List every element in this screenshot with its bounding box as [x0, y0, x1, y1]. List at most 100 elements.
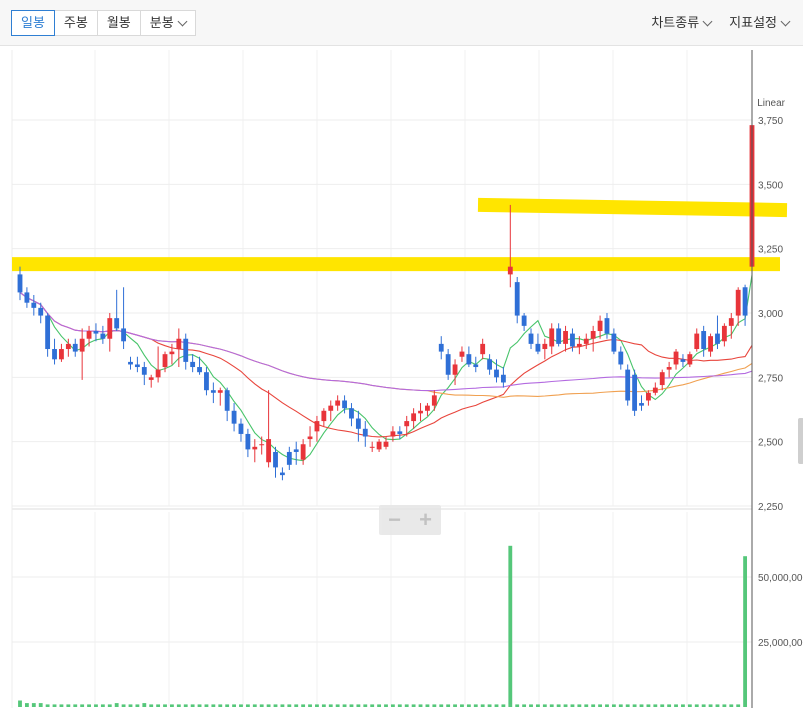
candle-body — [431, 395, 437, 406]
candle — [466, 346, 472, 368]
volume-bar — [660, 704, 665, 707]
candle — [24, 287, 30, 308]
tab-monthly[interactable]: 월봉 — [96, 10, 141, 36]
volume-bar — [425, 704, 430, 707]
candle-body — [362, 428, 368, 437]
volume-bar — [411, 704, 416, 707]
candle-body — [500, 374, 506, 383]
price-tick-label: 3,000 — [758, 309, 783, 320]
volume-bar — [183, 704, 188, 707]
candle — [652, 382, 658, 396]
volume-bar — [632, 704, 637, 707]
volume-bar — [197, 704, 202, 707]
candle-body — [134, 364, 140, 368]
candle — [79, 328, 85, 380]
candle-body — [300, 444, 306, 460]
volume-bar — [163, 704, 167, 707]
candle — [141, 361, 147, 386]
candle-body — [618, 351, 624, 365]
candle — [190, 354, 196, 373]
volume-bar — [128, 704, 133, 707]
candle-body — [217, 390, 223, 393]
tab-daily[interactable]: 일봉 — [11, 10, 55, 36]
volume-tick-label: 50,000,000 — [758, 573, 803, 584]
period-tabs: 일봉 주봉 월봉 분봉 — [11, 10, 196, 36]
chevron-down-icon — [702, 16, 713, 26]
tab-minute[interactable]: 분봉 — [139, 10, 196, 36]
ma-line-20 — [19, 291, 753, 438]
candle — [694, 328, 700, 352]
candle — [459, 346, 465, 362]
candle-body — [141, 367, 147, 375]
volume-bar — [356, 704, 361, 707]
candle-body — [259, 444, 265, 446]
candle — [369, 441, 375, 452]
candle-body — [521, 315, 527, 326]
candle — [431, 390, 437, 411]
candle — [535, 333, 541, 355]
volume-bar — [335, 704, 340, 707]
candle — [72, 338, 78, 357]
candle-body — [155, 369, 161, 378]
candle — [349, 403, 354, 427]
candle — [563, 325, 568, 352]
volume-bar — [542, 704, 547, 707]
candle-body — [404, 421, 410, 427]
moving-average-lines — [19, 274, 753, 462]
tab-weekly[interactable]: 주봉 — [53, 10, 98, 36]
candlesticks — [17, 99, 755, 481]
candle — [735, 287, 741, 326]
candle-body — [542, 343, 548, 350]
volume-bar — [107, 704, 112, 707]
candle — [604, 313, 610, 339]
candle-body — [701, 331, 707, 350]
candle — [514, 276, 520, 324]
highlight-marks — [12, 197, 788, 272]
candle — [121, 287, 127, 350]
volume-bar — [681, 704, 685, 707]
candle — [680, 354, 686, 368]
scale-mode-label[interactable]: Linear — [757, 98, 785, 109]
candle-body — [549, 328, 555, 347]
zoom-out-button[interactable]: − — [379, 505, 410, 535]
candle — [687, 351, 693, 368]
candle — [445, 349, 451, 380]
volume-bar — [45, 704, 50, 707]
scroll-handle[interactable] — [798, 418, 803, 464]
volume-bar — [18, 700, 22, 707]
zoom-in-button[interactable]: + — [410, 505, 441, 535]
volume-bar — [460, 704, 464, 707]
indicator-settings-menu[interactable]: 지표설정 — [729, 10, 791, 36]
candle-body — [445, 354, 451, 375]
volume-bar — [494, 704, 499, 707]
volume-bar — [722, 704, 727, 707]
chart-area[interactable]: 2,250 2,500 2,750 3,000 3,250 3,500 3,750 25,00… — [0, 46, 803, 708]
candle-body — [335, 400, 341, 406]
stock-chart-svg[interactable]: 2,250 2,500 2,750 3,000 3,250 3,500 3,750 25,00… — [0, 46, 803, 708]
candle-body — [680, 359, 686, 362]
candle-body — [728, 318, 734, 326]
candle-body — [570, 333, 575, 347]
volume-tick-label: 25,000,000 — [758, 638, 803, 649]
chart-type-menu[interactable]: 차트종류 — [651, 10, 713, 36]
candle-body — [632, 374, 638, 411]
candle-body — [59, 349, 64, 360]
candle — [128, 356, 133, 370]
volume-bar — [59, 704, 64, 707]
candle-body — [72, 343, 78, 352]
volume-bar — [570, 704, 575, 707]
candle — [52, 338, 57, 365]
candle-body — [659, 372, 665, 386]
candle — [155, 346, 161, 383]
volume-bar — [536, 704, 540, 707]
volume-bar — [715, 704, 720, 707]
candle-body — [169, 351, 175, 355]
candle — [521, 313, 527, 332]
candle — [528, 328, 534, 350]
highlight-line — [477, 197, 788, 218]
candle-body — [38, 307, 44, 316]
candle-body — [459, 351, 465, 357]
candle — [425, 403, 430, 416]
volume-bar — [273, 704, 278, 707]
volume-bar — [529, 704, 533, 707]
